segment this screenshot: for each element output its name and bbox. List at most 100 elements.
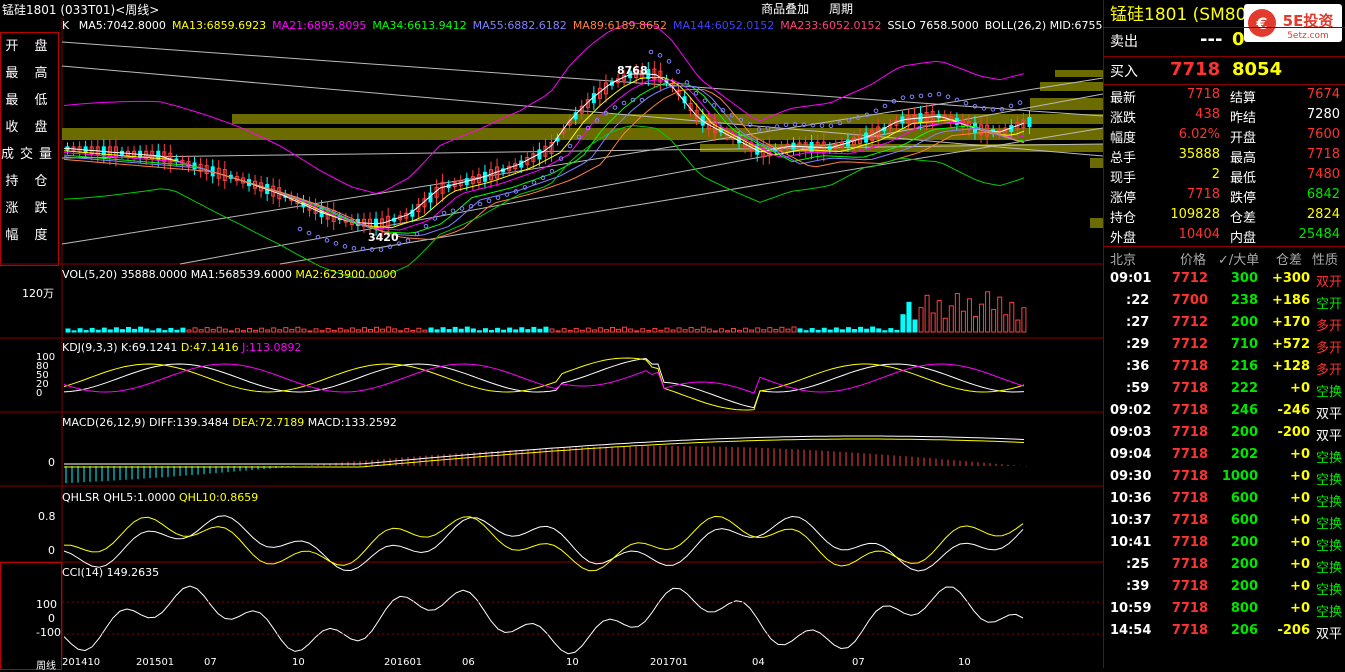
tick-price: 7718 [1171,425,1208,440]
volume-bars [65,291,1027,333]
cci-ytick: 0 [48,612,55,625]
stat-label: 昨结 [1230,111,1257,126]
volume-bar [150,330,156,333]
tick-oi-change: +0 [1290,381,1310,396]
tick-price: 7718 [1171,535,1208,550]
tick-row[interactable]: 09:03 7718 200 -200 双平 [1104,424,1345,444]
qhlsr-ytick: 0.8 [38,510,56,523]
tick-nature: 空换 [1315,385,1342,400]
sar-dot [828,123,834,128]
macd-value: MACD:133.2592 [307,416,397,429]
tick-row[interactable]: 09:04 7718 202 +0 空换 [1104,446,1345,466]
tick-nature: 空换 [1315,583,1342,598]
cci-label: CCI(14) 149.2635 [62,566,160,579]
volume-bar [119,329,125,333]
stat-row: 最新 7718 结算 7674 [1104,86,1345,106]
tick-oi-change: -246 [1277,403,1310,418]
qhlsr-lines [63,515,1024,572]
ticks-header-oi: 仓差 [1276,253,1303,268]
tick-time: 10:36 [1110,491,1152,506]
stat-value: 7600 [1306,127,1340,142]
tick-time: :25 [1126,557,1150,572]
tick-price: 7718 [1171,403,1208,418]
tick-nature: 空换 [1315,495,1342,510]
tick-row[interactable]: :39 7718 200 +0 空换 [1104,578,1345,598]
tick-row[interactable]: :22 7700 238 +186 空开 [1104,292,1345,312]
volume-bar [446,329,452,333]
volume-bar [603,329,609,333]
cci-line [63,585,1024,655]
tick-oi-change: +0 [1290,579,1310,594]
volume-bar [210,328,216,333]
tick-price: 7712 [1171,315,1208,330]
tick-oi-change: +0 [1290,491,1310,506]
tick-nature: 空换 [1315,539,1342,554]
tick-row[interactable]: 10:59 7718 800 +0 空换 [1104,600,1345,620]
volume-bar [265,329,271,333]
volume-bar [144,328,150,333]
tick-time: 10:41 [1110,535,1152,550]
ma-value: MA233:6052.0152 [780,19,882,32]
sar-dot [450,208,456,214]
menu-overlay[interactable]: 商品叠加 [761,2,809,16]
tick-price: 7718 [1171,623,1208,638]
tick-nature: 空开 [1315,297,1342,312]
volume-bar [162,330,168,333]
volume-bar [307,330,313,333]
volume-bar [658,329,664,333]
stat-value: 2824 [1306,207,1340,222]
tick-nature: 空换 [1315,605,1342,620]
stat-value: 6842 [1306,187,1340,202]
tick-row[interactable]: 09:02 7718 246 -246 双平 [1104,402,1345,422]
tick-row[interactable]: 09:01 7712 300 +300 双开 [1104,270,1345,290]
divider [1104,84,1345,85]
tick-row[interactable]: 10:41 7718 200 +0 空换 [1104,534,1345,554]
stat-value: 7674 [1306,87,1340,102]
tick-row[interactable]: :36 7718 216 +128 多开 [1104,358,1345,378]
tick-price: 7700 [1171,293,1208,308]
stat-row: 涨跌 438 昨结 7280 [1104,106,1345,126]
vol-ma2: MA2:623900.0000 [295,268,397,281]
volume-bar [240,330,246,333]
volume-bar [65,328,71,333]
xaxis-tick: 04 [752,657,765,668]
sar-dot [333,241,339,246]
cci-ytick: 100 [36,598,57,611]
tick-row[interactable]: :29 7712 710 +572 多开 [1104,336,1345,356]
sar-dot [900,95,906,100]
stat-label: 最高 [1230,151,1257,166]
sar-dot [621,100,627,106]
stat-value: 2 [1211,167,1220,182]
tick-nature: 多开 [1315,341,1342,356]
tick-row[interactable]: :59 7718 222 +0 空换 [1104,380,1345,400]
ma-values: MA5:7042.8000 MA13:6859.6923 MA21:6895.809… [73,19,1103,32]
tick-time: 14:54 [1110,623,1152,638]
tick-row[interactable]: 14:54 7718 206 -206 双平 [1104,622,1345,642]
candle-body [1027,117,1032,127]
tick-volume: 222 [1230,381,1258,396]
tick-volume: 710 [1230,337,1258,352]
tick-row[interactable]: 09:30 7718 1000 +0 空换 [1104,468,1345,488]
qhlsr-ytick: 0 [48,544,55,557]
stat-value: 35888 [1178,147,1220,162]
tick-volume: 300 [1230,271,1258,286]
tick-row[interactable]: 10:37 7718 600 +0 空换 [1104,512,1345,532]
buy-volume: 8054 [1232,59,1283,80]
ticks-header-volume: ✓/大单 [1218,253,1260,268]
tick-nature: 双平 [1315,429,1342,444]
menu-period[interactable]: 周期 [829,2,853,16]
sell-volume: 0 [1232,29,1245,50]
sar-dot [882,103,888,109]
volume-bar [277,329,283,333]
sar-dot [423,223,429,229]
ma-line [63,83,1025,234]
volume-bar [313,328,319,333]
volume-bar [1015,319,1021,333]
volume-bar [930,312,936,333]
sar-dot [477,201,483,207]
tick-row[interactable]: :25 7718 200 +0 空换 [1104,556,1345,576]
tick-row[interactable]: 10:36 7718 600 +0 空换 [1104,490,1345,510]
sar-dot [909,94,915,100]
tick-row[interactable]: :27 7712 200 +170 多开 [1104,314,1345,334]
volume-bar [852,329,857,333]
